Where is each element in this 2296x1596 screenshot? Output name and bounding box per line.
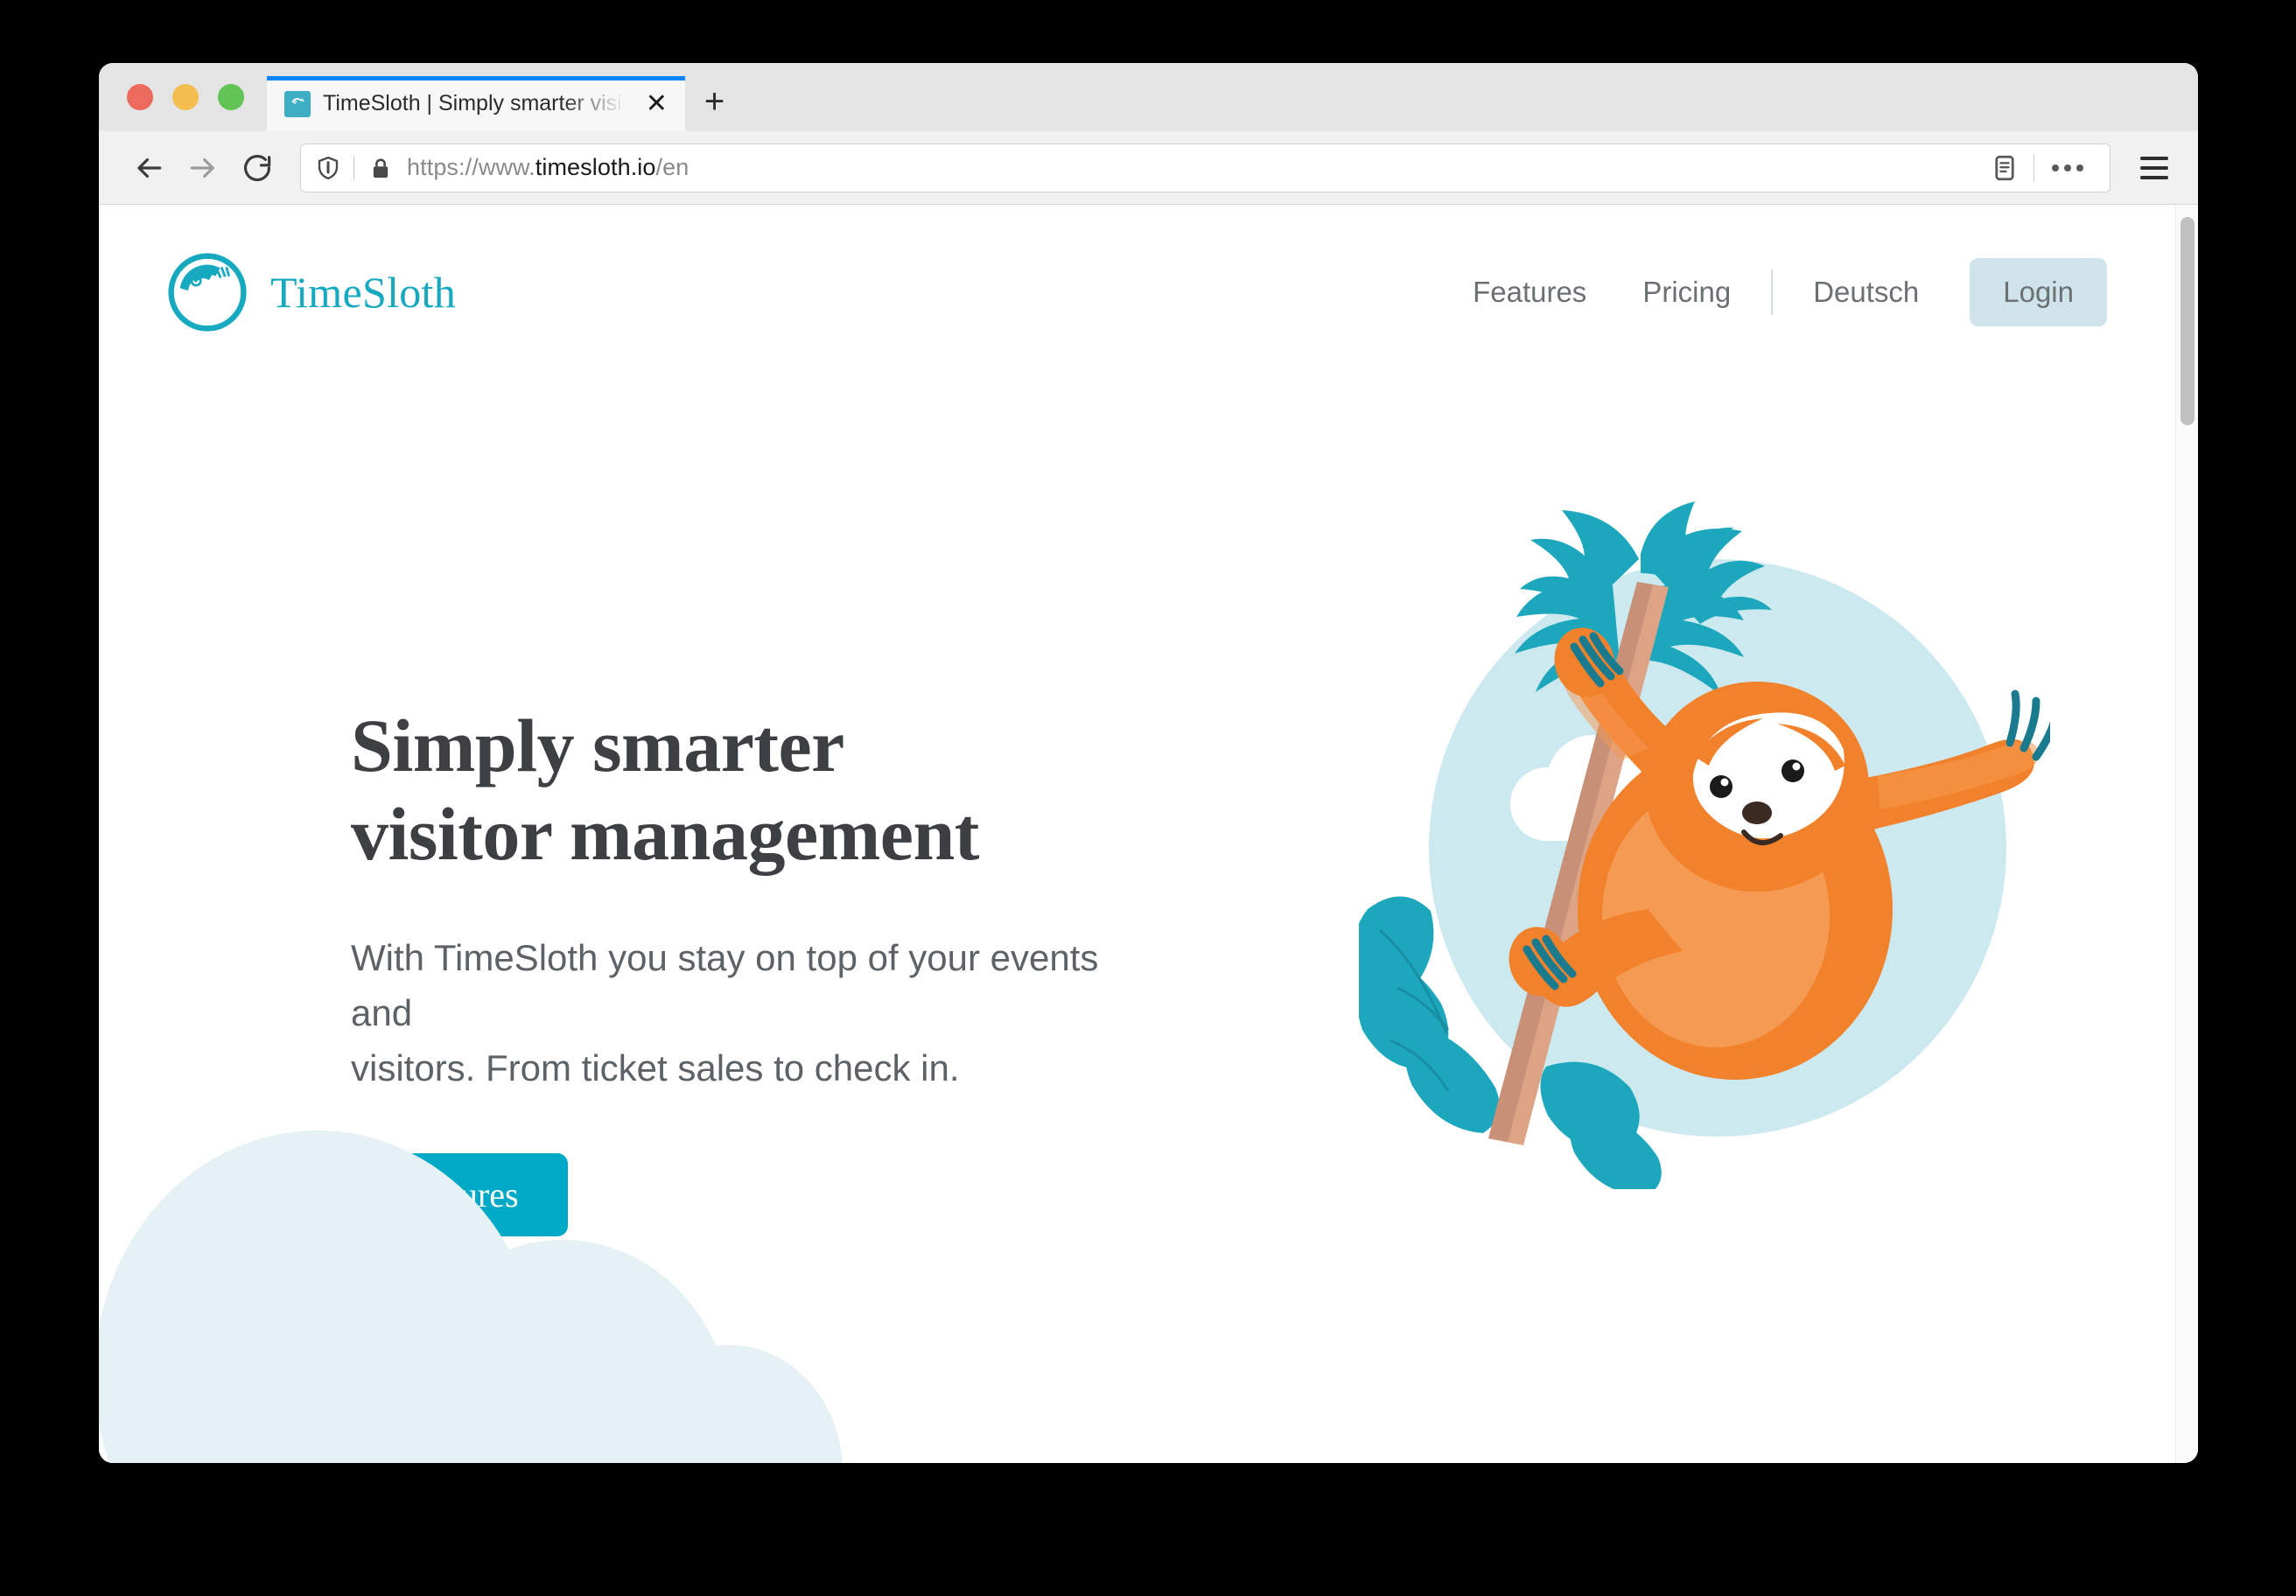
browser-window: TimeSloth | Simply smarter visit ✕ + htt… [99,63,2198,1463]
window-controls [99,63,267,131]
login-button[interactable]: Login [1970,258,2107,326]
nav-link-features[interactable]: Features [1445,276,1614,309]
timesloth-favicon [284,90,311,117]
site-nav: Features Pricing Deutsch Login [1445,258,2107,326]
minimize-window-button[interactable] [172,84,199,110]
scrollbar-thumb[interactable] [2180,217,2194,425]
site-logo-text: TimeSloth [270,268,457,317]
url-path: /en [655,154,690,180]
hero-cta-button[interactable]: Features [351,1152,568,1236]
timesloth-logo-icon [167,252,248,332]
lock-icon[interactable] [354,156,407,180]
url-domain: timesloth.io [535,154,656,180]
url-scheme: https://www. [407,154,536,180]
browser-tab-active[interactable]: TimeSloth | Simply smarter visit ✕ [267,76,685,131]
browser-viewport: TimeSloth Features Pricing Deutsch Login… [99,205,2198,1463]
hero-section: Simply smarter visitor management With T… [99,380,2175,1368]
web-page: TimeSloth Features Pricing Deutsch Login… [99,205,2175,1463]
nav-divider [1771,270,1774,315]
close-window-button[interactable] [127,84,153,110]
hero-copy: Simply smarter visitor management With T… [99,380,1114,1236]
url-text[interactable]: https://www.timesloth.io/en [407,154,1976,181]
tracking-protection-shield-icon[interactable] [315,155,354,181]
nav-link-pricing[interactable]: Pricing [1614,276,1759,309]
new-tab-button[interactable]: + [685,84,744,131]
url-bar[interactable]: https://www.timesloth.io/en [300,143,2110,192]
forward-button[interactable] [176,141,230,195]
sloth-illustration [1353,498,2060,1196]
page-actions-menu-icon[interactable] [2034,164,2101,172]
maximize-window-button[interactable] [218,84,244,110]
site-logo[interactable]: TimeSloth [167,252,456,332]
page-scrollbar[interactable] [2175,205,2198,1463]
app-menu-icon[interactable] [2133,156,2175,179]
reload-button[interactable] [230,141,284,195]
site-header: TimeSloth Features Pricing Deutsch Login [99,205,2175,380]
hero-subtitle: With TimeSloth you stay on top of your e… [351,936,1099,1088]
browser-tab-title: TimeSloth | Simply smarter visit [323,91,628,116]
reader-mode-icon[interactable] [1976,153,2034,183]
browser-toolbar: https://www.timesloth.io/en [99,131,2198,205]
back-button[interactable] [122,141,176,195]
hero-title: Simply smarter visitor management [351,704,979,877]
close-tab-button[interactable]: ✕ [640,89,673,119]
nav-link-language[interactable]: Deutsch [1785,276,1947,309]
tab-strip: TimeSloth | Simply smarter visit ✕ + [99,63,2198,131]
